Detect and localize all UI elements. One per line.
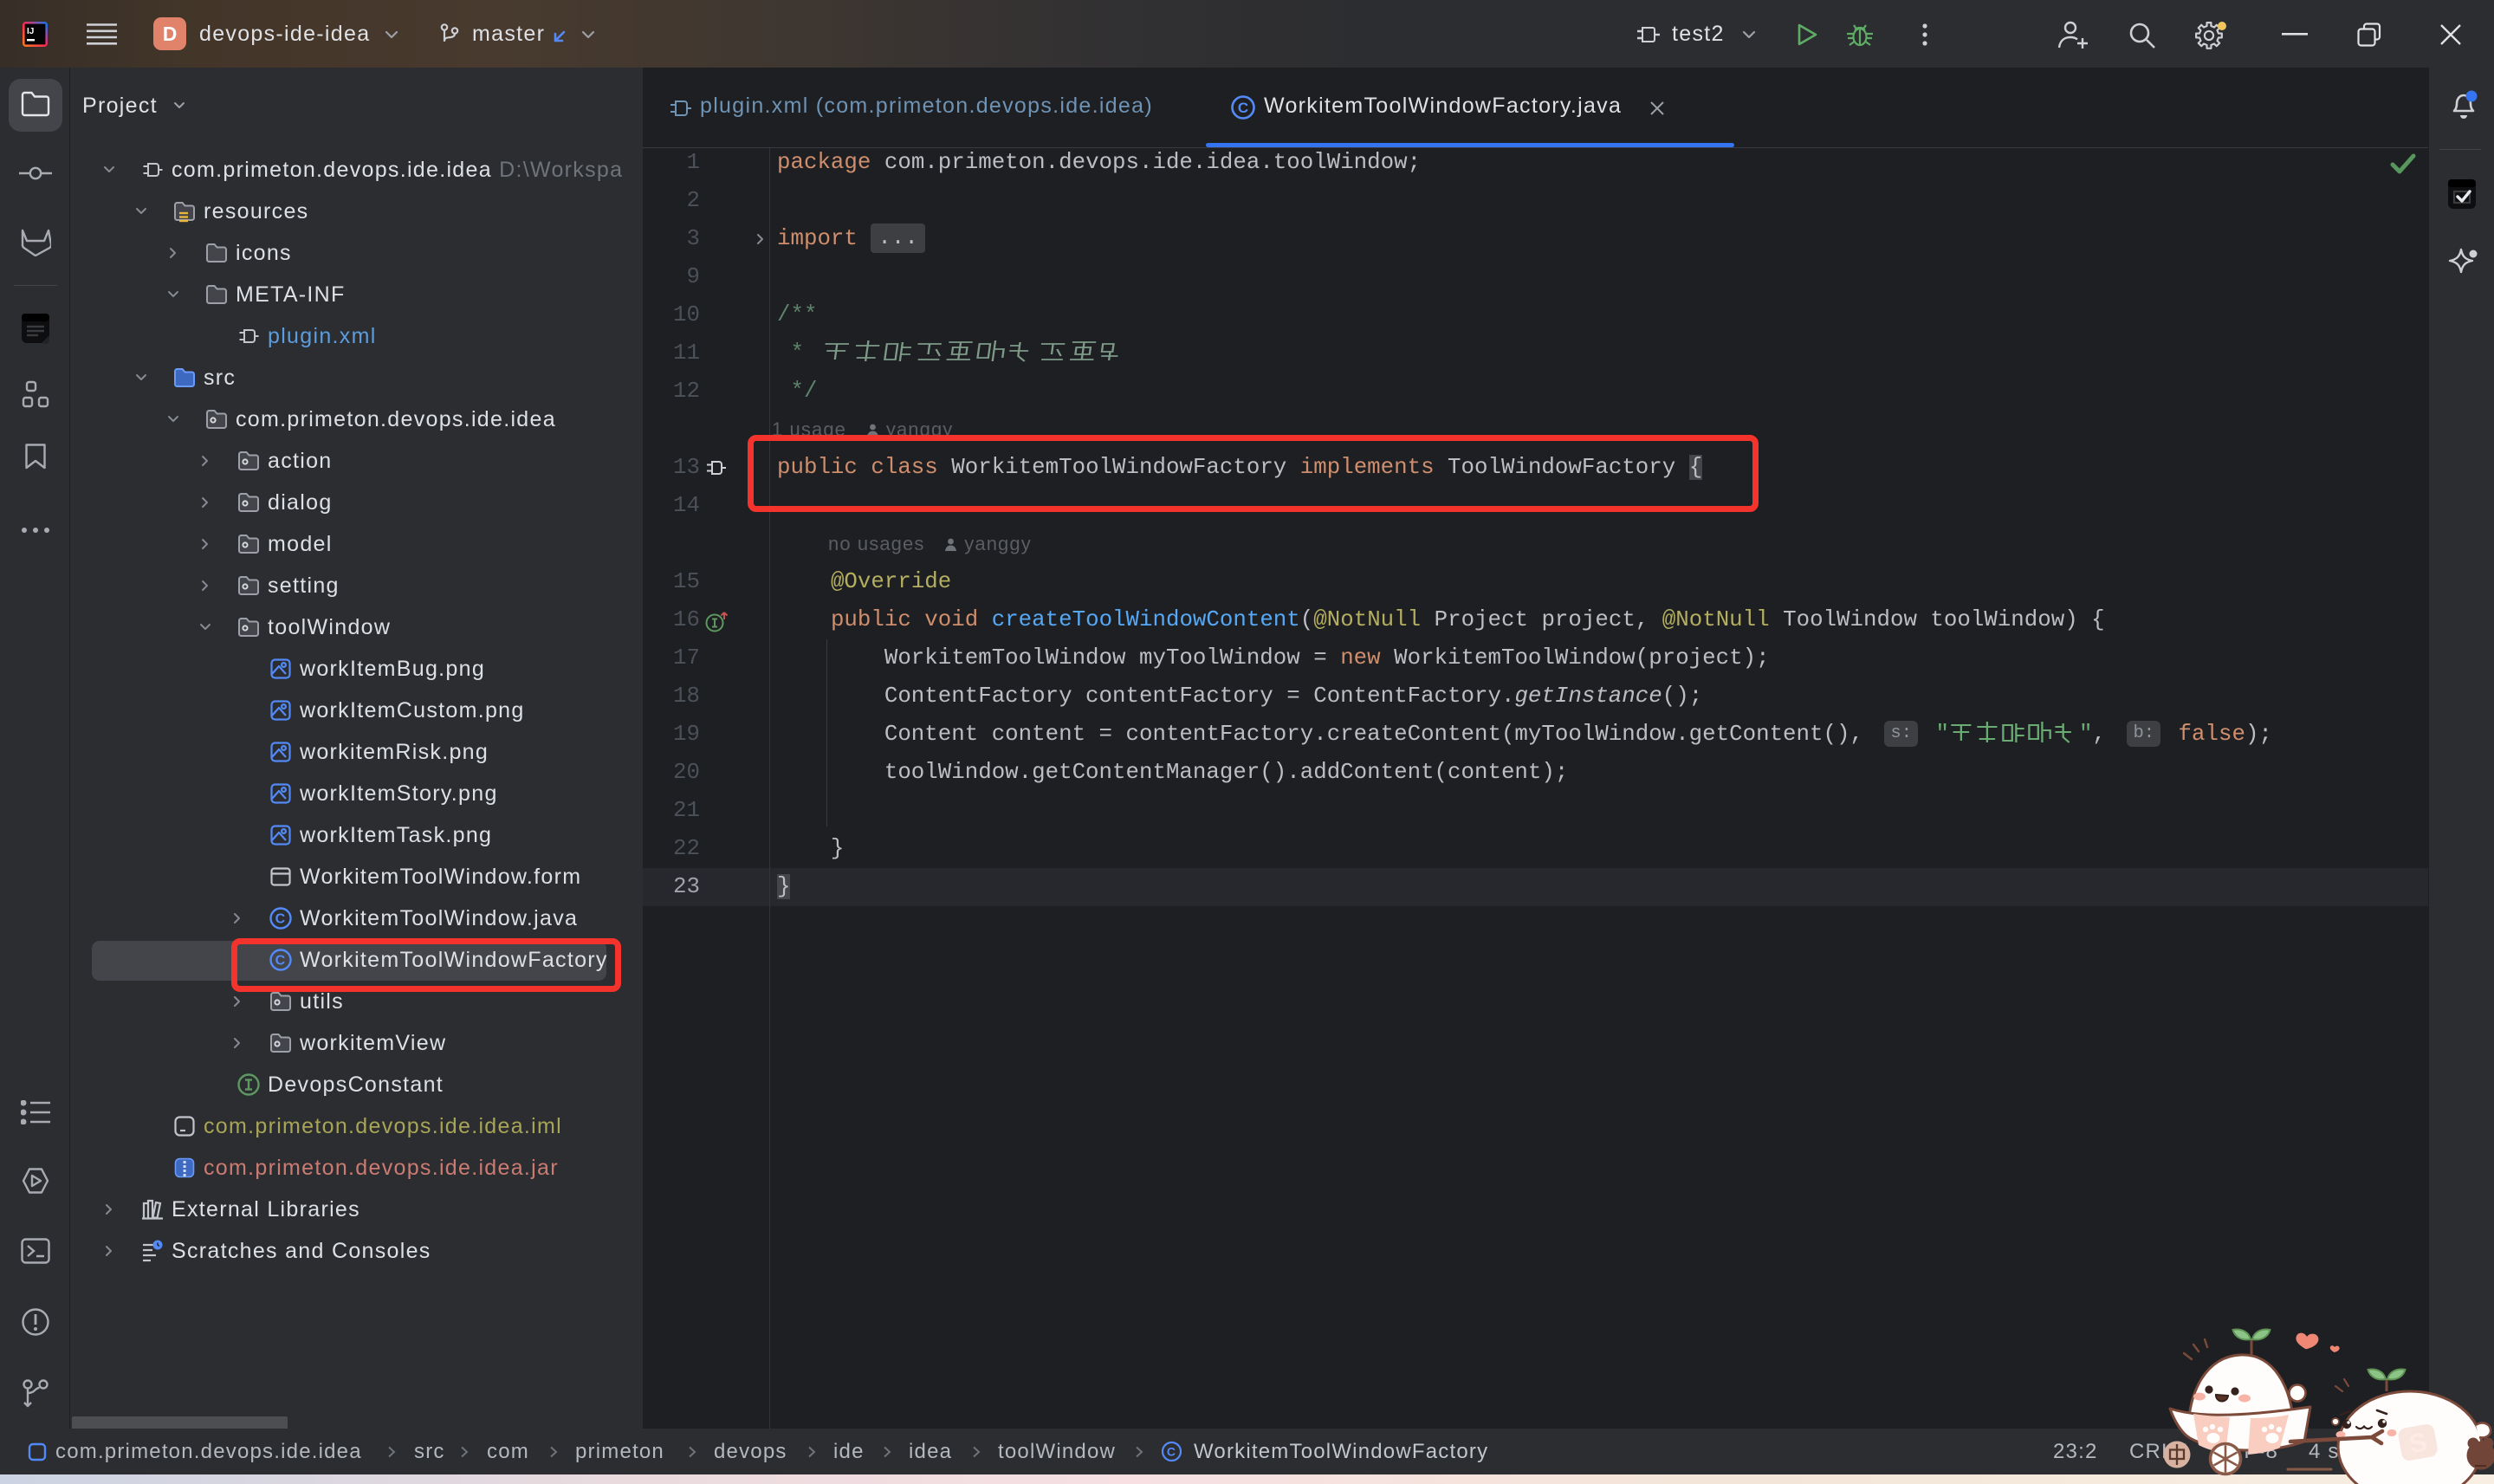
svg-text:C: C [275, 912, 287, 927]
svg-text:IJ: IJ [27, 27, 34, 36]
svg-text:C: C [1238, 100, 1248, 116]
svg-text:C: C [1167, 1445, 1176, 1459]
